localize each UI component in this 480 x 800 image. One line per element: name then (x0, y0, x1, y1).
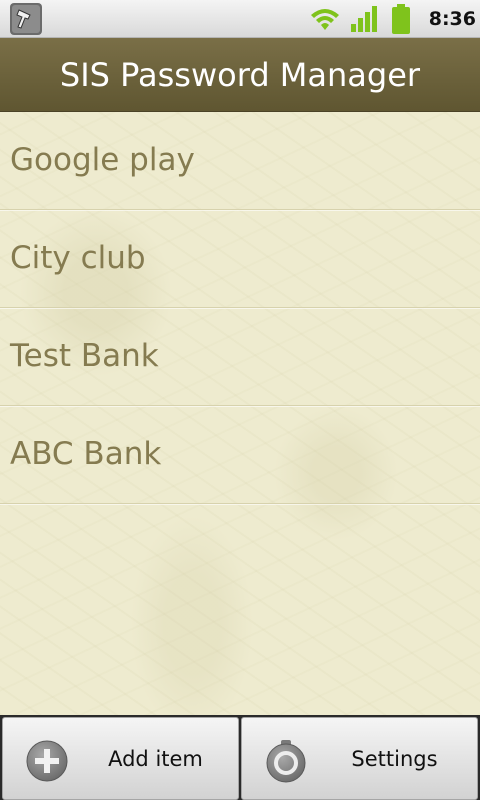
list-item-city-club[interactable]: City club (0, 210, 480, 308)
add-item-button[interactable]: Add item (2, 717, 239, 800)
wifi-icon (311, 9, 339, 30)
notification-tool-icon[interactable] (10, 3, 42, 35)
signal-icon (351, 6, 377, 32)
settings-label: Settings (351, 747, 438, 771)
password-list-container: Google play City club Test Bank ABC Bank (0, 112, 480, 715)
password-list: Google play City club Test Bank ABC Bank (0, 112, 480, 504)
list-item-label: ABC Bank (10, 436, 162, 472)
list-item-label: Google play (10, 142, 195, 178)
gear-icon (266, 740, 306, 783)
title-bar: SIS Password Manager (0, 38, 480, 112)
plus-circle-icon (26, 740, 68, 782)
list-item-test-bank[interactable]: Test Bank (0, 308, 480, 406)
list-item-label: City club (10, 240, 146, 276)
list-item-abc-bank[interactable]: ABC Bank (0, 406, 480, 504)
status-clock: 8:36 (428, 8, 476, 30)
add-item-label: Add item (108, 747, 203, 771)
status-bar: 8:36 (0, 0, 480, 38)
settings-button[interactable]: Settings (241, 717, 478, 800)
app-title: SIS Password Manager (59, 56, 421, 94)
battery-icon (392, 4, 410, 34)
list-item-label: Test Bank (10, 338, 159, 374)
list-item-google-play[interactable]: Google play (0, 112, 480, 210)
bottom-action-bar: Add item Settings (0, 715, 480, 800)
